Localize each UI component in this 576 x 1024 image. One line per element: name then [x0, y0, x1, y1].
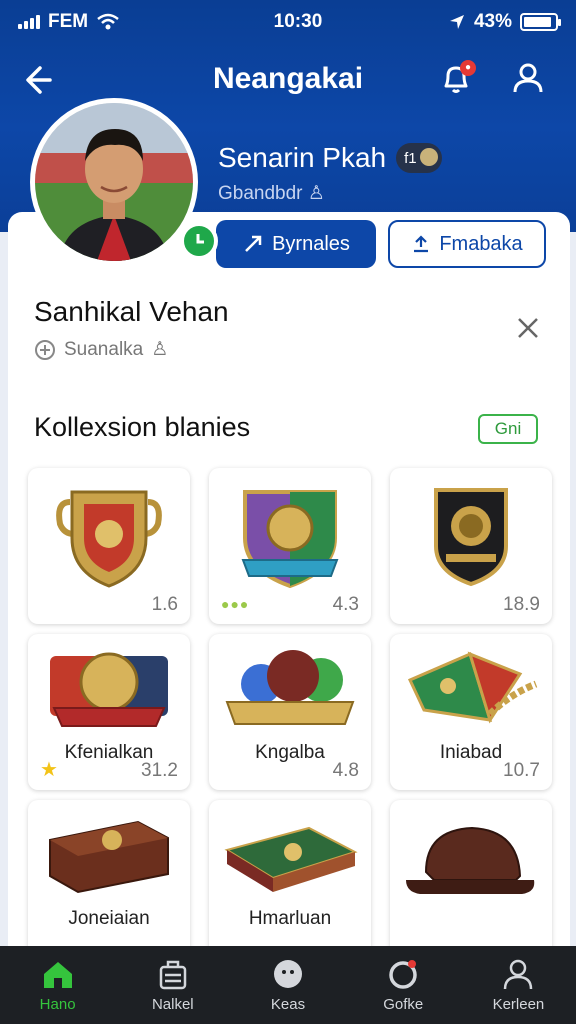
- notification-badge: ●: [460, 60, 476, 76]
- close-icon: [518, 318, 538, 338]
- nav-item-ball[interactable]: Keas: [230, 946, 345, 1024]
- location-icon: [449, 15, 464, 29]
- plus-circle-icon: [35, 339, 55, 360]
- ball-icon: [274, 959, 302, 988]
- ring-icon: [389, 959, 417, 989]
- nav-item-ring[interactable]: Gofke: [346, 946, 461, 1024]
- rank-badge: f1: [396, 143, 443, 173]
- user-meta-text: Suanalka: [64, 338, 144, 360]
- share-icon: [414, 235, 429, 253]
- item-value: 18.9: [503, 594, 540, 615]
- battery-icon: [520, 13, 561, 31]
- nav-item-work[interactable]: Nalkel: [115, 946, 230, 1024]
- collection-item[interactable]: 18.9: [390, 468, 552, 624]
- helmet-icon: [406, 826, 535, 894]
- signal-icon: [18, 15, 40, 29]
- nav-label: Keas: [270, 995, 306, 1013]
- collection-item[interactable]: ●●● 4.3: [209, 468, 371, 624]
- collection-item[interactable]: Joneiaian: [28, 800, 190, 956]
- bottom-nav: Hano Nalkel Keas Gofke Kerleen: [0, 946, 576, 1024]
- profile-name-row: Senarin Pkah f1: [218, 142, 443, 174]
- avatar[interactable]: [30, 98, 218, 268]
- item-value: 4.8: [332, 760, 359, 781]
- profile-card: Byrnales Fmabaka Sanhikal Vehan Suanalka…: [8, 212, 570, 972]
- secondary-action-button[interactable]: Fmabaka: [388, 220, 546, 268]
- collection-item[interactable]: Hmarluan: [209, 800, 371, 956]
- briefcase-icon: [159, 960, 187, 989]
- status-time: 10:30: [273, 11, 323, 32]
- profile-subtitle-text: Gbandbdr: [218, 183, 303, 204]
- nav-item-profile[interactable]: Kerleen: [461, 946, 576, 1024]
- nav-label: Hano: [39, 995, 76, 1013]
- collection-filter-pill[interactable]: Gni: [478, 414, 538, 444]
- profile-name: Senarin Pkah: [218, 142, 387, 173]
- arrow-up-icon: [245, 235, 262, 252]
- item-value: 4.3: [332, 594, 359, 615]
- nav-label: Kerleen: [492, 995, 545, 1013]
- battery-percent: 43%: [473, 11, 512, 32]
- item-value: 31.2: [141, 760, 178, 781]
- star-icon: ★: [40, 759, 58, 781]
- collection-item[interactable]: Iniabad 10.7: [390, 634, 552, 790]
- status-bar: FEM 10:30 43%: [0, 0, 576, 44]
- person-small-icon: ♙: [307, 183, 325, 204]
- primary-action-label: Byrnales: [272, 232, 350, 255]
- collection-item[interactable]: Kngalba 4.8: [209, 634, 371, 790]
- primary-action-button[interactable]: Byrnales: [216, 220, 376, 268]
- item-value: 1.6: [151, 594, 178, 615]
- user-title: Sanhikal Vehan: [34, 296, 229, 327]
- collection-item[interactable]: [390, 800, 552, 956]
- person-icon: [504, 959, 533, 989]
- notifications-button[interactable]: ●: [436, 58, 476, 98]
- chest-icon: [49, 820, 169, 894]
- item-dots: ●●●: [221, 596, 250, 612]
- user-meta: Suanalka ♙: [34, 338, 168, 361]
- nav-label: Nalkel: [151, 995, 194, 1013]
- collection-title: Kollexsion blanies: [34, 412, 251, 442]
- account-button[interactable]: [508, 58, 548, 98]
- page-title: Neangakai: [212, 62, 364, 95]
- item-label: Hmarluan: [248, 908, 332, 929]
- carrier-label: FEM: [48, 11, 89, 32]
- user-icon: [513, 63, 543, 93]
- nav-item-home[interactable]: Hano: [0, 946, 115, 1024]
- collection-item[interactable]: Kfenialkan ★ 31.2: [28, 634, 190, 790]
- avatar-photo: [35, 103, 193, 261]
- wifi-icon: [97, 13, 119, 30]
- item-label: Joneiaian: [68, 908, 150, 929]
- item-value: 10.7: [503, 760, 540, 781]
- online-status-icon: [180, 222, 218, 260]
- profile-subtitle: Gbandbdr ♙: [218, 182, 325, 205]
- nav-label: Gofke: [383, 995, 424, 1013]
- secondary-action-label: Fmabaka: [439, 232, 523, 255]
- home-icon: [43, 961, 72, 988]
- book-icon: [224, 826, 358, 892]
- collection-item[interactable]: 1.6: [28, 468, 190, 624]
- close-button[interactable]: [512, 312, 544, 344]
- pin-icon: ♙: [151, 339, 169, 360]
